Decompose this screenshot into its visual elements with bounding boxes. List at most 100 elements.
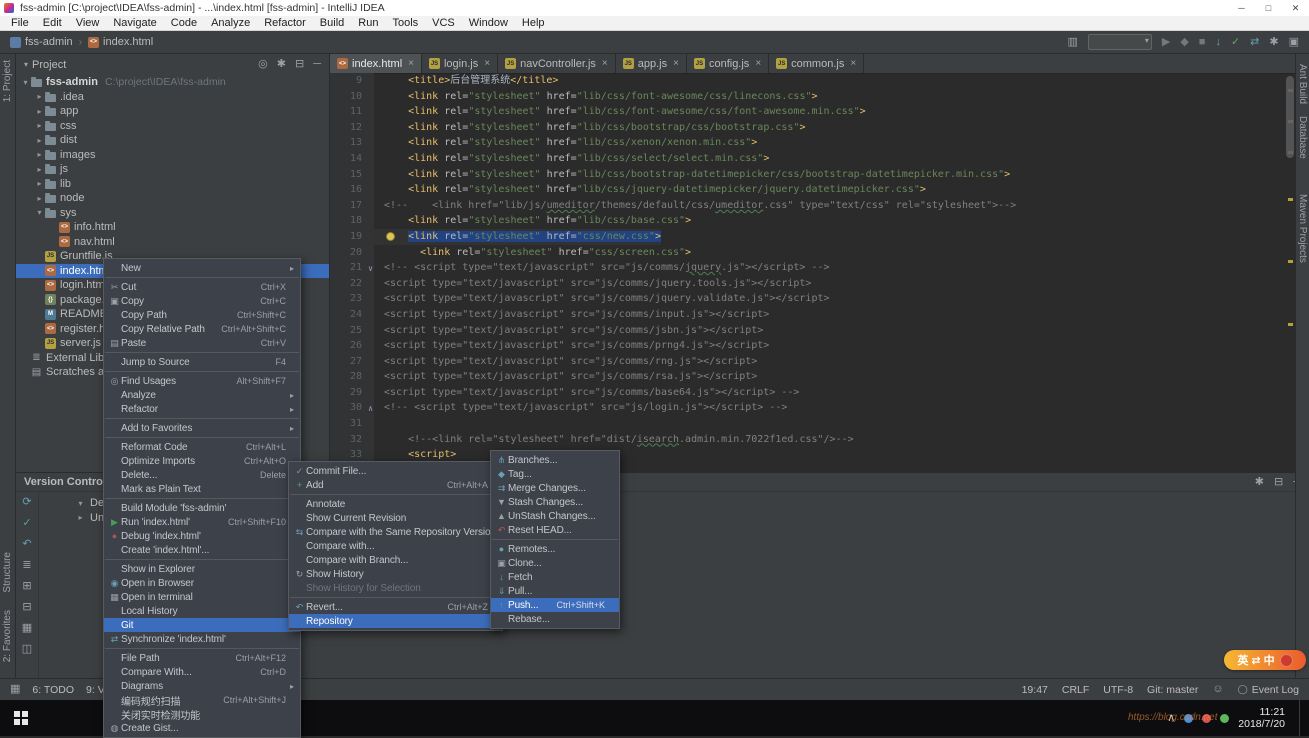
menubar-item-run[interactable]: Run [351, 17, 385, 29]
close-tab-icon[interactable]: × [850, 58, 856, 69]
menu-item-add-to-favorites[interactable]: Add to Favorites▸ [104, 421, 300, 435]
menu-item-reformat-code[interactable]: Reformat CodeCtrl+Alt+L [104, 440, 300, 454]
git-menu-item-compare-with-the-same-repository-version[interactable]: ⇆Compare with the Same Repository Versio… [289, 525, 502, 539]
line-number[interactable]: 14 [330, 151, 374, 167]
line-number[interactable]: 19 [330, 229, 374, 245]
git-menu-item-show-current-revision[interactable]: Show Current Revision [289, 511, 502, 525]
expand-all-icon[interactable]: ⊞ [22, 581, 31, 592]
menubar-item-view[interactable]: View [69, 17, 107, 29]
menu-item-synchronize-index-html[interactable]: ⇄Synchronize 'index.html' [104, 632, 300, 646]
menu-item-debug-index-html[interactable]: ●Debug 'index.html' [104, 529, 300, 543]
chevron-down-icon[interactable]: ▾ [24, 60, 28, 69]
menu-item-create-gist[interactable]: ◍Create Gist... [104, 721, 300, 735]
tool-stripe-structure[interactable]: Structure [2, 552, 13, 593]
start-button[interactable] [0, 700, 42, 736]
encoding-indicator[interactable]: UTF-8 [1103, 684, 1133, 696]
menu-item-refactor[interactable]: Refactor▸ [104, 402, 300, 416]
collapse-icon[interactable]: ⊟ [1274, 477, 1283, 488]
vcs-commit-icon[interactable]: ✓ [1231, 37, 1240, 48]
rollback-icon[interactable]: ↶ [22, 539, 31, 550]
menu-item-git[interactable]: Git▸ [104, 618, 300, 632]
menubar-item-tools[interactable]: Tools [385, 17, 425, 29]
repo-menu-item-merge-changes[interactable]: ⇉Merge Changes... [491, 481, 619, 495]
editor-tab-login-js[interactable]: JSlogin.js× [422, 54, 498, 73]
run-configuration-combo[interactable]: ▾ [1088, 34, 1152, 50]
close-tab-icon[interactable]: × [673, 58, 679, 69]
line-number[interactable]: 17 [330, 198, 374, 214]
menubar-item-refactor[interactable]: Refactor [257, 17, 313, 29]
line-number[interactable]: 29 [330, 385, 374, 401]
code-area[interactable]: 9 <title>后台管理系统</title>10 <link rel="sty… [330, 73, 1295, 472]
line-number[interactable]: 31 [330, 416, 374, 432]
line-number[interactable]: 20 [330, 245, 374, 261]
locate-file-icon[interactable]: ◎ [258, 59, 268, 70]
repo-menu-item-branches[interactable]: ⋔Branches... [491, 453, 619, 467]
line-number[interactable]: 22 [330, 276, 374, 292]
menu-item-compare-with[interactable]: Compare With...Ctrl+D [104, 665, 300, 679]
git-menu-item-show-history[interactable]: ↻Show History [289, 567, 502, 581]
menu-item-copy-relative-path[interactable]: Copy Relative PathCtrl+Alt+Shift+C [104, 322, 300, 336]
menu-item-关闭实时检测功能[interactable]: 关闭实时检测功能 [104, 707, 300, 721]
preview-diff-icon[interactable]: ◫ [22, 644, 32, 655]
line-number[interactable]: 15 [330, 167, 374, 183]
menu-item-build-module-fss-admin[interactable]: Build Module 'fss-admin' [104, 501, 300, 515]
line-ending-indicator[interactable]: CRLF [1062, 684, 1089, 696]
fold-marker-icon[interactable]: ∨ [368, 261, 373, 277]
tree-item-app[interactable]: ▸app [16, 104, 329, 119]
close-button[interactable]: ✕ [1282, 0, 1309, 16]
settings-icon[interactable]: ✱ [1269, 37, 1278, 48]
collapse-all-icon[interactable]: ⊟ [295, 59, 304, 70]
menu-item-mark-as-plain-text[interactable]: Mark as Plain Text [104, 482, 300, 496]
line-number[interactable]: 27 [330, 354, 374, 370]
tray-app-green-icon[interactable] [1220, 714, 1229, 723]
repo-menu-item-tag[interactable]: ◆Tag... [491, 467, 619, 481]
tree-item-fss-admin[interactable]: ▾fss-adminC:\project\IDEA\fss-admin [16, 75, 329, 90]
repo-menu-item-fetch[interactable]: ↓Fetch [491, 570, 619, 584]
git-menu-item-commit-file[interactable]: ✓Commit File... [289, 464, 502, 478]
menu-item-new[interactable]: New▸ [104, 261, 300, 275]
repo-menu-item-push[interactable]: ↑Push...Ctrl+Shift+K [491, 598, 619, 612]
menu-item-local-history[interactable]: Local History▸ [104, 604, 300, 618]
translate-pill[interactable]: 英 ⇄ 中 [1224, 650, 1306, 670]
tool-stripe-ant-build[interactable]: Ant Build [1297, 64, 1308, 104]
tree-item-js[interactable]: ▸js [16, 162, 329, 177]
menu-item-file-path[interactable]: File PathCtrl+Alt+F12 [104, 651, 300, 665]
menubar-item-navigate[interactable]: Navigate [106, 17, 163, 29]
hector-inspection-icon[interactable]: ☺ [1212, 684, 1223, 695]
menu-item-optimize-imports[interactable]: Optimize ImportsCtrl+Alt+O [104, 454, 300, 468]
line-number[interactable]: 32 [330, 432, 374, 448]
line-number[interactable]: 13 [330, 135, 374, 151]
menubar-item-help[interactable]: Help [515, 17, 552, 29]
settings-icon[interactable]: ✱ [277, 59, 286, 70]
menubar-item-analyze[interactable]: Analyze [204, 17, 257, 29]
menu-item-copy-path[interactable]: Copy PathCtrl+Shift+C [104, 308, 300, 322]
line-number[interactable]: 26 [330, 338, 374, 354]
minimize-button[interactable]: ─ [1228, 0, 1255, 16]
show-desktop-button[interactable] [1299, 700, 1305, 736]
debug-icon[interactable]: ◆ [1180, 37, 1188, 48]
close-tab-icon[interactable]: × [755, 58, 761, 69]
menu-item-jump-to-source[interactable]: Jump to SourceF4 [104, 355, 300, 369]
editor-tab-config-js[interactable]: JSconfig.js× [687, 54, 769, 73]
breadcrumb-fss-admin[interactable]: fss-admin [10, 36, 73, 48]
line-number[interactable]: 11 [330, 104, 374, 120]
breadcrumb-index-html[interactable]: <>index.html [88, 36, 153, 48]
caret-position[interactable]: 19:47 [1022, 684, 1048, 696]
menu-item-paste[interactable]: ▤PasteCtrl+V [104, 336, 300, 350]
menu-item-编码规约扫描[interactable]: 编码规约扫描Ctrl+Alt+Shift+J [104, 693, 300, 707]
tool-stripe-1-project[interactable]: 1: Project [2, 60, 13, 102]
git-menu-item-show-history-for-selection[interactable]: Show History for Selection [289, 581, 502, 595]
close-tab-icon[interactable]: × [602, 58, 608, 69]
git-menu-item-revert[interactable]: ↶Revert...Ctrl+Alt+Z [289, 600, 502, 614]
git-menu-item-compare-with-branch[interactable]: Compare with Branch... [289, 553, 502, 567]
commit-icon[interactable]: ✓ [22, 518, 31, 529]
refresh-icon[interactable]: ⟳ [22, 497, 31, 508]
editor-tab-index-html[interactable]: <>index.html× [330, 54, 422, 73]
vcs-sync-icon[interactable]: ⇄ [1250, 37, 1259, 48]
repo-menu-item-pull[interactable]: ⇓Pull... [491, 584, 619, 598]
menubar-item-build[interactable]: Build [313, 17, 351, 29]
menu-item-analyze[interactable]: Analyze▸ [104, 388, 300, 402]
collapse-all-icon[interactable]: ⊟ [22, 602, 31, 613]
tree-item-nav-html[interactable]: <>nav.html [16, 235, 329, 250]
line-number[interactable]: 23 [330, 291, 374, 307]
